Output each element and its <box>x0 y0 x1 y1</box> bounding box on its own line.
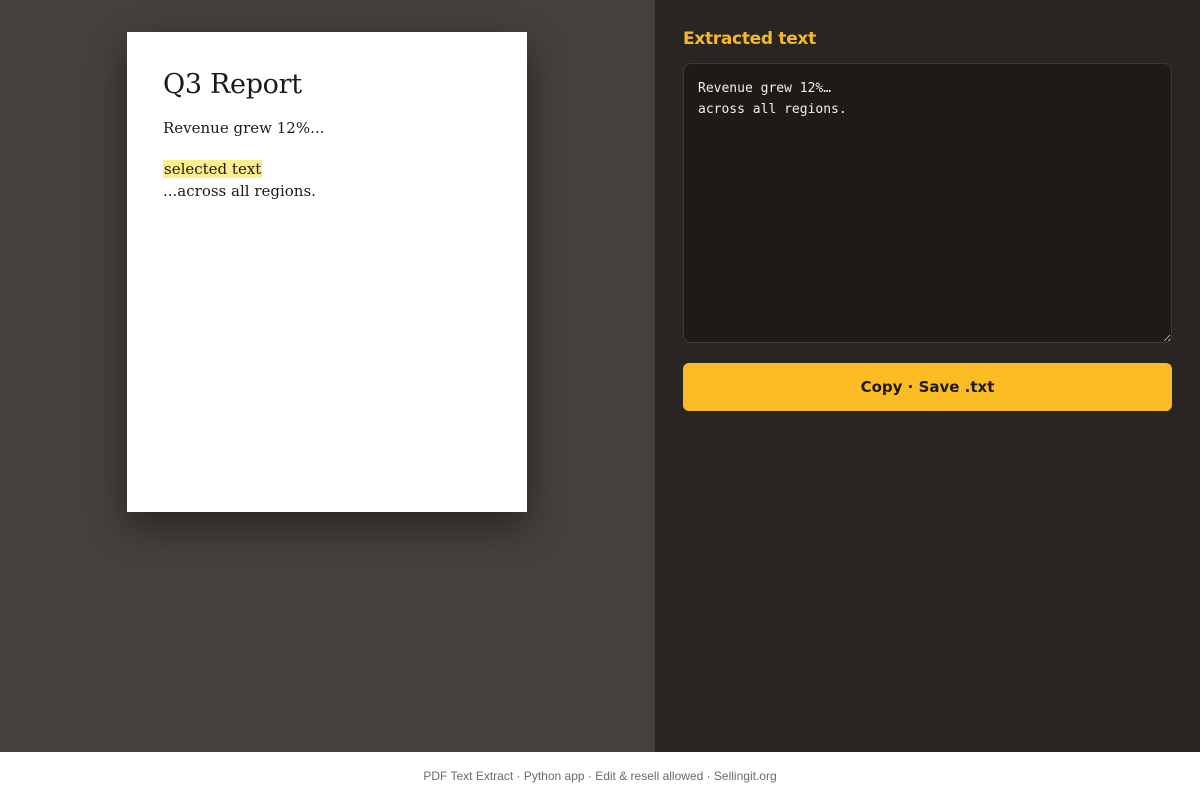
pdf-title: Q3 Report <box>163 69 302 100</box>
footer: PDF Text Extract · Python app · Edit & r… <box>0 752 1200 800</box>
pdf-text-line: ...across all regions. <box>163 182 316 200</box>
selected-text-highlight[interactable]: selected text <box>163 160 263 178</box>
pdf-viewer: Q3 Report Revenue grew 12%... selected t… <box>0 0 655 752</box>
pdf-text-line: Revenue grew 12%... <box>163 119 325 137</box>
panel-title: Extracted text <box>683 29 816 49</box>
extract-panel: Extracted text Revenue grew 12%… across … <box>655 0 1200 752</box>
app-window: Q3 Report Revenue grew 12%... selected t… <box>0 0 1200 752</box>
extracted-text-area[interactable]: Revenue grew 12%… across all regions. <box>683 63 1172 343</box>
footer-text: PDF Text Extract · Python app · Edit & r… <box>423 769 777 783</box>
pdf-selection-line: selected text <box>163 158 491 180</box>
copy-save-button[interactable]: Copy · Save .txt <box>683 363 1172 411</box>
pdf-page[interactable]: Q3 Report Revenue grew 12%... selected t… <box>127 32 527 512</box>
